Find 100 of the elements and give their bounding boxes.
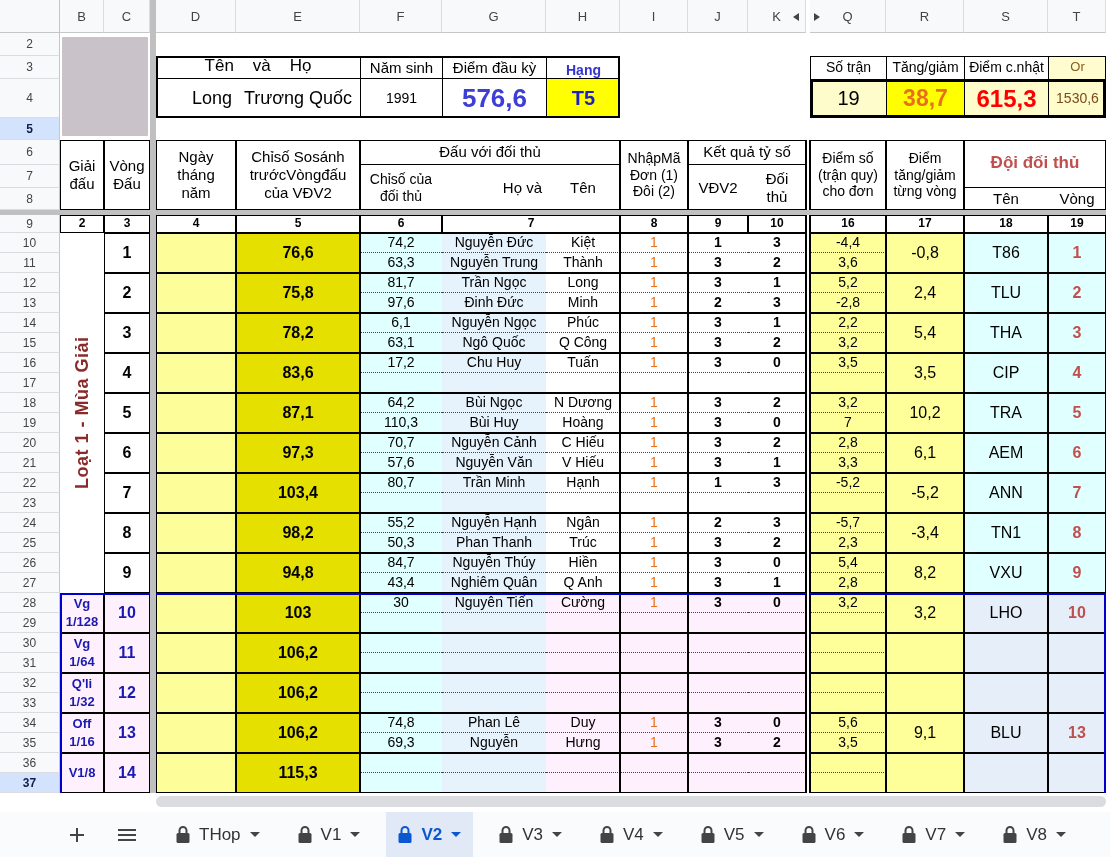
table-cell: ANN <box>964 473 1048 513</box>
row-number[interactable]: 5 <box>0 118 60 140</box>
row-number[interactable]: 3 <box>0 56 60 79</box>
table-cell: Nghiêm Quân <box>442 573 546 593</box>
column-header[interactable]: Q <box>810 0 886 33</box>
table-cell: 8 <box>1048 513 1106 553</box>
column-header[interactable]: E <box>236 0 360 33</box>
column-header[interactable]: J <box>688 0 748 33</box>
row-number[interactable]: 37 <box>0 773 60 793</box>
column-header[interactable]: S <box>964 0 1048 33</box>
column-header[interactable]: I <box>620 0 688 33</box>
row-number[interactable]: 33 <box>0 693 60 713</box>
row-number[interactable]: 28 <box>0 593 60 613</box>
row-number[interactable]: 26 <box>0 553 60 573</box>
sheet-tab[interactable]: V5 <box>688 812 776 857</box>
row-number[interactable]: 18 <box>0 393 60 413</box>
table-cell: 10,2 <box>886 393 964 433</box>
row-number[interactable]: 22 <box>0 473 60 493</box>
table-cell: 78,2 <box>236 313 360 353</box>
row-number[interactable]: 11 <box>0 253 60 273</box>
sheet-tab[interactable]: V3 <box>487 812 574 857</box>
row-number[interactable]: 19 <box>0 413 60 433</box>
row-number[interactable]: 10 <box>0 233 60 253</box>
sheet-tab[interactable]: V2 <box>386 812 474 857</box>
table-cell: -5,2 <box>886 473 964 513</box>
caret-left-icon[interactable] <box>793 13 799 21</box>
row-number[interactable]: 30 <box>0 633 60 653</box>
stage-label: Vg 1/64 <box>60 633 104 673</box>
column-header[interactable]: G <box>442 0 546 33</box>
table-cell: Ngân <box>546 513 620 533</box>
sheet-tab[interactable]: V8 <box>991 812 1078 857</box>
caret-down-icon <box>350 832 361 837</box>
table-cell: 50,3 <box>360 533 442 553</box>
row-number[interactable]: 13 <box>0 293 60 313</box>
row-number[interactable]: 2 <box>0 33 60 56</box>
row-number[interactable]: 24 <box>0 513 60 533</box>
table-cell: 5 <box>1048 393 1106 433</box>
column-header[interactable]: R <box>886 0 964 33</box>
row-number[interactable]: 6 <box>0 140 60 165</box>
table-cell: Phúc <box>546 313 620 333</box>
row-number[interactable]: 7 <box>0 165 60 188</box>
row-number[interactable]: 34 <box>0 713 60 733</box>
row-number[interactable]: 23 <box>0 493 60 513</box>
round-number: 13 <box>104 713 150 753</box>
stage-label: Q'li 1/32 <box>60 673 104 713</box>
row-number[interactable]: 25 <box>0 533 60 553</box>
table-cell: 115,3 <box>236 753 360 793</box>
sheet-tab[interactable]: V7 <box>890 812 978 857</box>
row-number[interactable]: 29 <box>0 613 60 633</box>
table-cell: 2,4 <box>886 273 964 313</box>
table-cell: Nguyễn Thúy <box>442 553 546 573</box>
table-cell: 2 <box>748 733 806 753</box>
column-header[interactable]: D <box>156 0 236 33</box>
table-cell: Phan Lê <box>442 713 546 733</box>
row-number[interactable]: 9 <box>0 215 60 233</box>
caret-down-icon <box>753 832 764 837</box>
column-header[interactable]: T <box>1048 0 1106 33</box>
table-cell: TLU <box>964 273 1048 313</box>
table-cell: Tuấn <box>546 353 620 373</box>
table-cell: 2,3 <box>810 533 886 553</box>
table-cell: CIP <box>964 353 1048 393</box>
caret-right-icon[interactable] <box>814 13 820 21</box>
round-number: 10 <box>104 593 150 633</box>
table-cell: 103,4 <box>236 473 360 513</box>
table-cell: Phan Thanh <box>442 533 546 553</box>
row-number[interactable]: 4 <box>0 79 60 118</box>
row-number[interactable]: 15 <box>0 333 60 353</box>
row-number[interactable]: 14 <box>0 313 60 333</box>
row-number[interactable]: 12 <box>0 273 60 293</box>
table-cell: 5,4 <box>886 313 964 353</box>
row-number[interactable]: 27 <box>0 573 60 593</box>
table-cell: Duy <box>546 713 620 733</box>
row-number[interactable]: 8 <box>0 188 60 210</box>
column-header[interactable]: H <box>546 0 620 33</box>
scrollbar[interactable] <box>156 796 1106 807</box>
row-number[interactable]: 36 <box>0 753 60 773</box>
column-header[interactable]: B <box>60 0 104 33</box>
row-number[interactable]: 16 <box>0 353 60 373</box>
plus-icon <box>70 827 84 842</box>
row-number[interactable]: 32 <box>0 673 60 693</box>
column-header[interactable]: K <box>748 0 806 33</box>
sheet-tab[interactable]: V1 <box>285 812 373 857</box>
row-number[interactable]: 17 <box>0 373 60 393</box>
table-cell: Nguyễn Đức <box>442 233 546 253</box>
table-cell: Nguyễn Văn <box>442 453 546 473</box>
row-number[interactable]: 35 <box>0 733 60 753</box>
table-cell: 57,6 <box>360 453 442 473</box>
series-label: Loạt 1 - Mùa Giải <box>60 233 104 593</box>
sheet-tab[interactable]: V4 <box>587 812 675 857</box>
sheet-tab[interactable]: V6 <box>789 812 877 857</box>
sheet-tab[interactable]: THop <box>164 812 272 857</box>
stage-label: Vg 1/128 <box>60 593 104 633</box>
row-number[interactable]: 31 <box>0 653 60 673</box>
table-cell: BLU <box>964 713 1048 753</box>
column-header[interactable]: C <box>104 0 150 33</box>
row-number[interactable]: 21 <box>0 453 60 473</box>
row-number[interactable]: 20 <box>0 433 60 453</box>
table-cell: Đinh Đức <box>442 293 546 313</box>
column-header[interactable]: F <box>360 0 442 33</box>
table-cell: 3,5 <box>886 353 964 393</box>
